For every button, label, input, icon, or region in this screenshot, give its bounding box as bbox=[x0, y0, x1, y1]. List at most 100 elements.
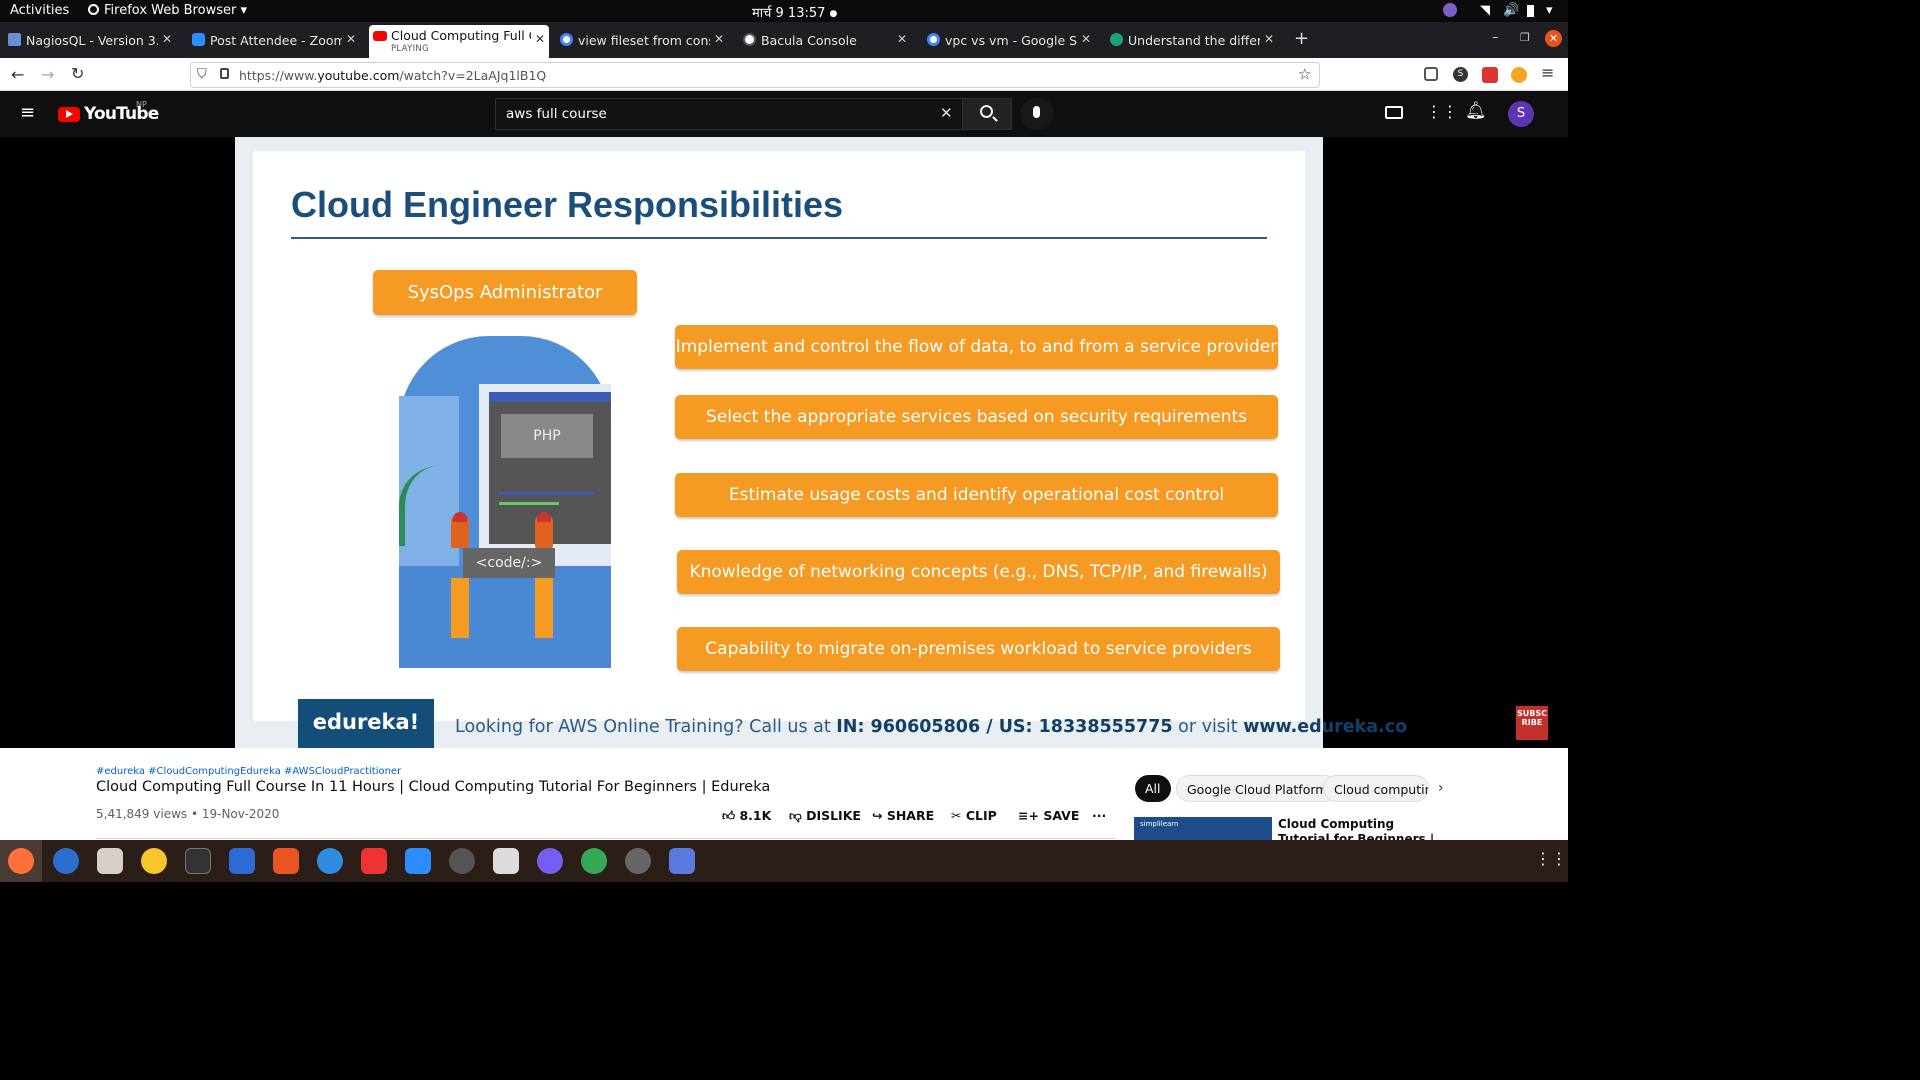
clock-dock-icon[interactable] bbox=[449, 848, 475, 874]
thunderbird-dock-icon[interactable] bbox=[53, 848, 79, 874]
region-code: NP bbox=[136, 100, 147, 109]
settings-dock-icon[interactable] bbox=[625, 848, 651, 874]
suggested-title[interactable]: Cloud Computing Tutorial for Beginners |… bbox=[1278, 817, 1448, 840]
firefox-icon bbox=[88, 4, 99, 15]
system-menu-arrow-icon[interactable]: ▾ bbox=[1546, 3, 1553, 18]
close-tab-icon[interactable]: ✕ bbox=[346, 32, 356, 46]
slide: Cloud Engineer Responsibilities SysOps A… bbox=[253, 151, 1407, 749]
more-actions-icon[interactable]: ··· bbox=[1092, 808, 1106, 823]
rhythmbox-dock-icon[interactable] bbox=[141, 848, 167, 874]
dropdown-arrow-icon: ▾ bbox=[240, 3, 247, 18]
close-window-button[interactable]: ✕ bbox=[1545, 30, 1562, 47]
chevron-right-icon[interactable]: › bbox=[1438, 780, 1444, 796]
hashtags[interactable]: #edureka #CloudComputingEdureka #AWSClou… bbox=[96, 766, 401, 777]
video-details: #edureka #CloudComputingEdureka #AWSClou… bbox=[0, 748, 1568, 841]
writer-dock-icon[interactable] bbox=[229, 848, 255, 874]
tab-bacula[interactable]: Bacula Console ✕ bbox=[739, 26, 911, 54]
responsibility-item: Capability to migrate on-premises worklo… bbox=[677, 627, 1280, 671]
create-video-icon[interactable] bbox=[1385, 106, 1403, 119]
activities-button[interactable]: Activities bbox=[10, 3, 69, 18]
tab-understand[interactable]: Understand the difference✕ bbox=[1106, 26, 1278, 54]
close-tab-icon[interactable]: ✕ bbox=[897, 32, 907, 46]
close-tab-icon[interactable]: ✕ bbox=[535, 32, 545, 46]
show-apps-grid-icon[interactable]: ⋮⋮⋮ bbox=[1535, 849, 1568, 868]
restore-button[interactable]: ❐ bbox=[1520, 31, 1530, 44]
search-button[interactable] bbox=[962, 98, 1012, 130]
extension-s-icon[interactable]: S bbox=[1453, 67, 1468, 82]
forward-button[interactable]: → bbox=[41, 65, 54, 84]
software-center-dock-icon[interactable] bbox=[273, 848, 299, 874]
notification-dot-icon: ● bbox=[829, 9, 838, 19]
share-button[interactable]: ↪ SHARE bbox=[872, 808, 934, 823]
chip-all[interactable]: All bbox=[1135, 775, 1171, 802]
clock[interactable]: मार्च 9 13:57 ● bbox=[752, 3, 837, 21]
sysadmin-illustration: PHP <code/:> bbox=[399, 336, 611, 668]
youtube-logo-text[interactable]: YouTube bbox=[84, 104, 159, 124]
google-favicon-icon bbox=[927, 33, 940, 46]
voice-search-button[interactable] bbox=[1020, 98, 1054, 130]
avatar[interactable]: S bbox=[1508, 101, 1534, 127]
extension-tray-icon[interactable] bbox=[1443, 3, 1457, 17]
tab-youtube-active[interactable]: Cloud Computing Full Course PLAYING ✕ bbox=[369, 25, 549, 58]
chip-cloud-computing[interactable]: Cloud computing bbox=[1323, 775, 1429, 802]
volume-icon[interactable]: 🔊 bbox=[1503, 3, 1519, 18]
clip-button[interactable]: ✂ CLIP bbox=[951, 808, 997, 823]
calendar-dock-icon[interactable] bbox=[493, 848, 519, 874]
close-tab-icon[interactable]: ✕ bbox=[714, 32, 724, 46]
save-button[interactable]: ≡+ SAVE bbox=[1018, 808, 1079, 823]
close-tab-icon[interactable]: ✕ bbox=[1264, 32, 1274, 46]
bookmark-star-icon[interactable]: ☆ bbox=[1298, 65, 1311, 83]
search-box[interactable]: aws full course ✕ bbox=[495, 98, 963, 130]
tab-google-fileset[interactable]: view fileset from console✕ bbox=[556, 26, 728, 54]
files-dock-icon[interactable] bbox=[97, 848, 123, 874]
subscribe-watermark[interactable]: SUBSCRIBE bbox=[1516, 706, 1548, 740]
tab-google-vpc[interactable]: vpc vs vm - Google Search✕ bbox=[923, 26, 1095, 54]
youtube-header: ≡ YouTube NP aws full course ✕ ⋮⋮ 🔔︎ S bbox=[0, 91, 1568, 137]
chip-google-cloud-platform[interactable]: Google Cloud Platform bbox=[1176, 775, 1339, 802]
reload-button[interactable]: ↻ bbox=[71, 64, 84, 83]
responsibility-item: Implement and control the flow of data, … bbox=[675, 325, 1278, 369]
youtube-favicon-icon bbox=[373, 31, 387, 41]
responsibility-item: Knowledge of networking concepts (e.g., … bbox=[677, 550, 1280, 594]
terminal-dock-icon[interactable] bbox=[185, 848, 211, 874]
thumb-up-icon: 👍︎ bbox=[722, 808, 736, 823]
screenshot-dock-icon[interactable] bbox=[669, 848, 695, 874]
hamburger-menu-icon[interactable]: ≡ bbox=[20, 102, 35, 123]
new-tab-button[interactable]: + bbox=[1294, 28, 1309, 49]
minimize-button[interactable]: – bbox=[1492, 30, 1499, 45]
suggested-thumbnail[interactable]: simplilearn bbox=[1134, 817, 1272, 841]
shield-icon[interactable]: ⛉ bbox=[197, 67, 207, 82]
dislike-button[interactable]: 👎︎ DISLIKE bbox=[789, 808, 861, 824]
tab-nagiosql[interactable]: NagiosQL - Version 3.2.0✕ bbox=[4, 26, 176, 54]
zoom-dock-icon[interactable] bbox=[405, 848, 431, 874]
clear-search-icon[interactable]: ✕ bbox=[940, 104, 953, 122]
close-tab-icon[interactable]: ✕ bbox=[1081, 32, 1091, 46]
video-title: Cloud Computing Full Course In 11 Hours … bbox=[96, 779, 771, 795]
address-bar[interactable]: ⛉ https://www.youtube.com/watch?v=2LaAJq… bbox=[190, 62, 1320, 88]
video-player[interactable]: Cloud Engineer Responsibilities SysOps A… bbox=[235, 137, 1407, 749]
apps-grid-icon[interactable]: ⋮⋮ bbox=[1426, 102, 1458, 121]
adblock-icon[interactable] bbox=[1482, 67, 1498, 83]
notifications-bell-icon[interactable]: 🔔︎ bbox=[1465, 101, 1487, 121]
wifi-icon[interactable]: ◥ bbox=[1480, 3, 1490, 18]
firefox-dock-icon[interactable] bbox=[8, 848, 34, 874]
battery-icon[interactable] bbox=[1527, 5, 1534, 17]
extension-bolt-icon[interactable] bbox=[1511, 67, 1527, 83]
app-menu[interactable]: Firefox Web Browser ▾ bbox=[88, 3, 247, 18]
back-button[interactable]: ← bbox=[11, 65, 24, 84]
like-button[interactable]: 👍︎ 8.1K bbox=[722, 808, 771, 824]
viber-dock-icon[interactable] bbox=[537, 848, 563, 874]
code-box-graphic: <code/:> bbox=[463, 548, 555, 578]
pocket-icon[interactable] bbox=[1424, 67, 1438, 81]
lock-icon[interactable] bbox=[220, 68, 229, 79]
tab-zoom[interactable]: Post Attendee - Zoom ✕ bbox=[188, 26, 360, 54]
help-dock-icon[interactable] bbox=[317, 848, 343, 874]
youtube-logo-icon[interactable] bbox=[58, 107, 80, 122]
anydesk-dock-icon[interactable] bbox=[361, 848, 387, 874]
site-favicon-icon bbox=[1110, 33, 1123, 46]
chrome-dock-icon[interactable] bbox=[581, 848, 607, 874]
nagios-favicon-icon bbox=[8, 33, 21, 46]
search-input[interactable]: aws full course bbox=[506, 106, 607, 122]
close-tab-icon[interactable]: ✕ bbox=[162, 32, 172, 46]
menu-icon[interactable]: ≡ bbox=[1541, 63, 1554, 82]
